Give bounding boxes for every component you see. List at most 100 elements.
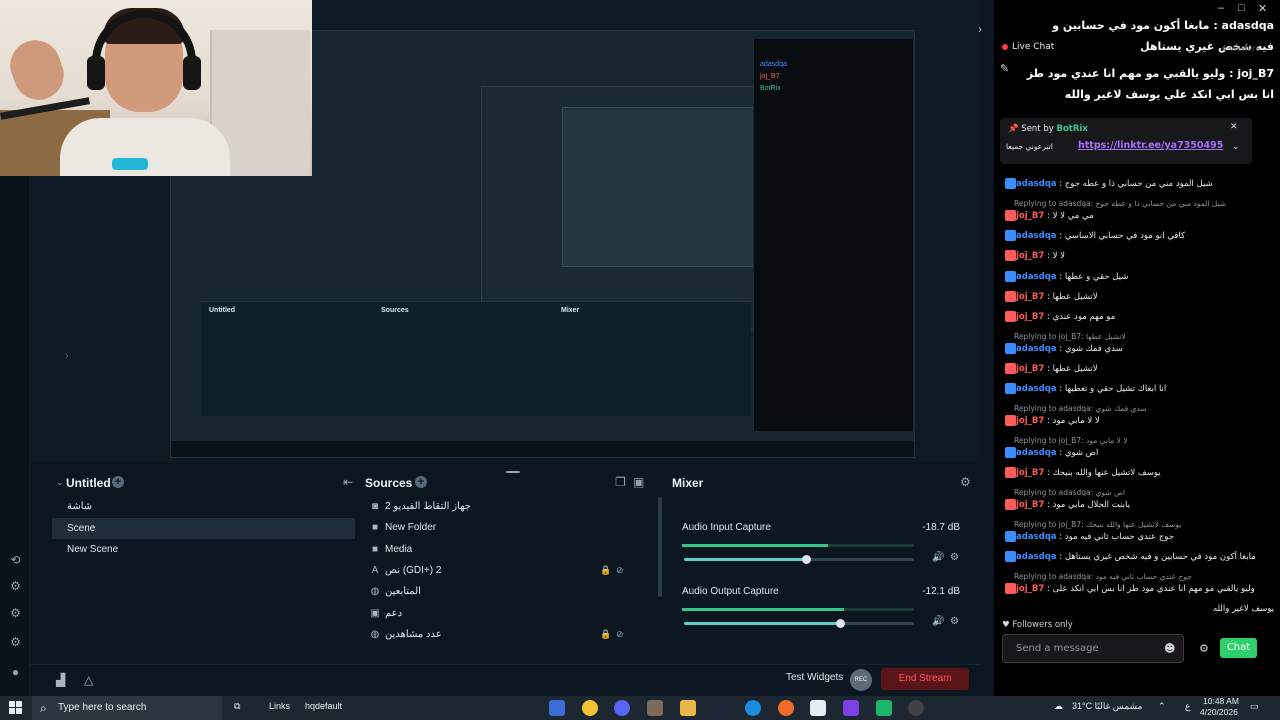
pinned-message[interactable]: 📌 Sent by BotRix اتبرعوني جميعا https://… [1000,118,1252,164]
add-source-button[interactable]: + [415,476,427,488]
hqdefault-shortcut[interactable]: hqdefault [305,701,342,711]
photo-app-icon[interactable] [647,700,663,716]
add-scene-button[interactable]: + [112,476,124,488]
chat-username[interactable]: adasdqa [1016,552,1057,562]
chat-username[interactable]: adasdqa [1016,384,1057,394]
chevron-right-icon[interactable]: › [978,22,982,36]
streamlabs-icon[interactable] [876,700,892,716]
eye-off-icon[interactable]: ⊘ [616,560,624,581]
source-item[interactable]: ■ New Folder [363,517,658,538]
twitch-icon[interactable] [843,700,859,716]
copy-icon[interactable]: ❐ [615,476,626,488]
volume-slider[interactable] [684,619,914,628]
maximize-icon[interactable]: □ [1238,2,1245,14]
pinned-link[interactable]: https://linktr.ee/ya7350495 [1078,140,1223,151]
source-label: المتابعين [385,586,421,598]
chat-username[interactable]: joj_B7 [1016,292,1044,302]
pencil-icon[interactable]: ✎ [1000,62,1009,75]
volume-knob[interactable] [801,555,811,564]
end-stream-button[interactable]: End Stream [881,668,969,690]
preview-area[interactable]: › adasdqa joj_B7 BotRix Untitled Sources… [0,0,980,462]
volume-slider[interactable] [684,555,914,564]
source-item[interactable]: A نص (GDI+) 2 🔒 ⊘ [363,560,658,581]
chat-separator: : [1056,552,1065,562]
profile-icon[interactable]: ● [9,666,22,679]
chat-username[interactable]: joj_B7 [1016,251,1044,261]
collapse-icon[interactable]: ⇤ [343,476,353,488]
chevron-down-icon[interactable]: ⌄ [56,476,64,488]
widgets-icon[interactable]: ⚙ [9,607,22,620]
chat-username[interactable]: joj_B7 [1016,211,1044,221]
chat-username[interactable]: joj_B7 [1016,468,1044,478]
chat-username[interactable]: joj_B7 [1016,500,1044,510]
source-item[interactable]: ▣ دعم [363,603,658,624]
volume-knob[interactable] [836,619,846,628]
chat-send-button[interactable]: Chat [1220,638,1257,658]
lock-icon[interactable]: 🔒 [600,624,611,645]
chat-username[interactable]: adasdqa [1016,448,1057,458]
source-item[interactable]: ◍ المتابعين [363,581,658,602]
steam-icon[interactable] [712,700,728,716]
notification-icon[interactable]: ▭ [1250,701,1259,712]
scene-item[interactable]: شاشة [52,496,355,517]
stats-icon[interactable]: ▟ [56,673,65,687]
scene-item[interactable]: Scene [52,518,355,539]
settings-icon[interactable]: ⚙ [9,636,22,649]
discord-icon[interactable] [614,700,630,716]
test-widgets-button[interactable]: Test Widgets [786,672,843,683]
chat-username[interactable]: adasdqa [1016,231,1057,241]
unpin-icon[interactable]: ✕ [1230,122,1238,132]
epic-games-icon[interactable] [810,700,826,716]
app-icon[interactable] [549,700,565,716]
chat-username[interactable]: joj_B7 [1016,584,1044,594]
chat-settings-icon[interactable]: ⚙ [1199,642,1209,655]
scene-item[interactable]: New Scene [52,539,355,560]
folder-add-icon[interactable]: ▣ [633,476,644,488]
close-icon[interactable]: ✕ [1258,2,1267,15]
chat-username[interactable]: adasdqa [1016,179,1057,189]
language-indicator[interactable]: ع [1185,701,1190,712]
live-dot-icon [1002,43,1008,50]
firefox-icon[interactable] [778,700,794,716]
alert-icon[interactable]: △ [84,673,93,687]
chat-username[interactable]: adasdqa [1016,344,1057,354]
user-badge-icon [1005,343,1016,354]
sources-scrollbar[interactable] [658,497,662,597]
gear-icon[interactable]: ⚙ [950,552,959,563]
minimize-icon[interactable]: – [1218,2,1224,14]
chevron-down-icon[interactable]: ⌄ [1232,142,1240,152]
chat-username[interactable]: joj_B7 [1016,416,1044,426]
lock-icon[interactable]: 🔒 [600,560,611,581]
chat-text: شيل المود مني من حسابي ذا و عطه جوج [1064,179,1213,189]
file-explorer-icon[interactable] [680,700,696,716]
weather-text[interactable]: 31°C مشمس غالبًا [1072,701,1142,712]
chat-username[interactable]: adasdqa [1016,272,1057,282]
speaker-icon[interactable]: 🔊 [932,552,944,563]
tool-icon[interactable]: ⚙ [9,580,22,593]
source-item[interactable]: ◍ عدد مشاهدين 🔒 ⊘ [363,624,658,645]
source-item[interactable]: ■ Media [363,539,658,560]
clock-date[interactable]: 4/20/2026 [1200,707,1238,717]
chat-username[interactable]: adasdqa [1016,532,1057,542]
record-button[interactable]: REC [850,669,872,691]
obs-icon[interactable] [908,700,924,716]
chat-input[interactable]: Send a message [1002,634,1184,663]
windows-start-icon[interactable] [9,701,22,714]
studio-mode-icon[interactable]: ⟲ [9,554,22,567]
chrome-icon[interactable] [582,700,598,716]
emote-icon[interactable]: ☻ [1164,642,1175,655]
source-item[interactable]: ◙ جهاز التقاط الفيديو 2 [363,496,658,517]
eye-off-icon[interactable]: ⊘ [616,624,624,645]
collapse-left-icon[interactable]: › [65,350,69,362]
gear-icon[interactable]: ⚙ [960,476,971,488]
network-icon[interactable]: ⌃ [1158,701,1166,712]
taskbar-search-input[interactable]: ⌕ Type here to search [32,696,222,720]
task-view-icon[interactable]: ⧉ [234,701,240,712]
links-toolbar[interactable]: Links [269,701,290,711]
clock-time[interactable]: 10:48 AM [1203,696,1239,706]
chat-username[interactable]: joj_B7 [1016,312,1044,322]
edge-icon[interactable] [745,700,761,716]
chat-username[interactable]: joj_B7 [1016,364,1044,374]
gear-icon[interactable]: ⚙ [950,616,959,627]
speaker-icon[interactable]: 🔊 [932,616,944,627]
